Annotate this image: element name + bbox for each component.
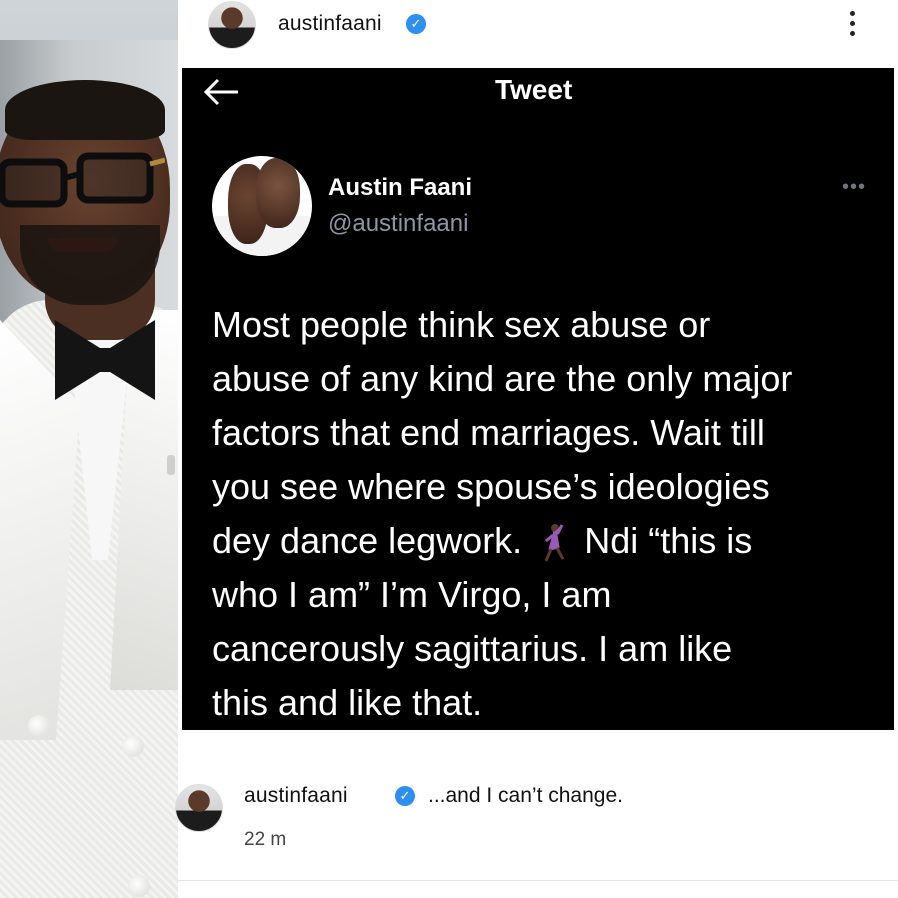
arrow-left-icon[interactable] [202,76,242,108]
post-timestamp: 22 m [244,829,287,850]
verified-badge-icon: ✓ [406,14,426,34]
avatar[interactable] [175,784,223,832]
caption-text: ...and I can’t change. [428,784,623,807]
eyeglasses-icon [0,152,165,208]
tweet-author-avatar[interactable] [212,156,312,256]
tweet-text: Most people think sex abuse or abuse of … [212,298,882,730]
post-header: austinfaani ✓ [178,0,898,64]
caption-username[interactable]: austinfaani [244,784,348,808]
hair [5,80,165,140]
more-vertical-icon[interactable] [846,8,858,40]
tweet-author-name[interactable]: Austin Faani [328,174,472,202]
avatar[interactable] [208,1,256,49]
suit-button [128,875,150,897]
divider [178,880,898,881]
suit-button [28,715,50,737]
suit-button [122,735,144,757]
smile [48,238,118,252]
post-username[interactable]: austinfaani [278,12,382,36]
woman-dancing-icon [544,524,565,563]
tweet-author-handle[interactable]: @austinfaani [328,210,468,238]
verified-badge-icon: ✓ [395,786,415,806]
tweet-card[interactable]: Tweet Austin Faani @austinfaani ••• Most… [182,68,894,730]
profile-photo [0,0,178,898]
tweet-header-title: Tweet [495,74,573,105]
lapel-pin [167,455,175,475]
more-horizontal-icon[interactable]: ••• [842,176,866,199]
